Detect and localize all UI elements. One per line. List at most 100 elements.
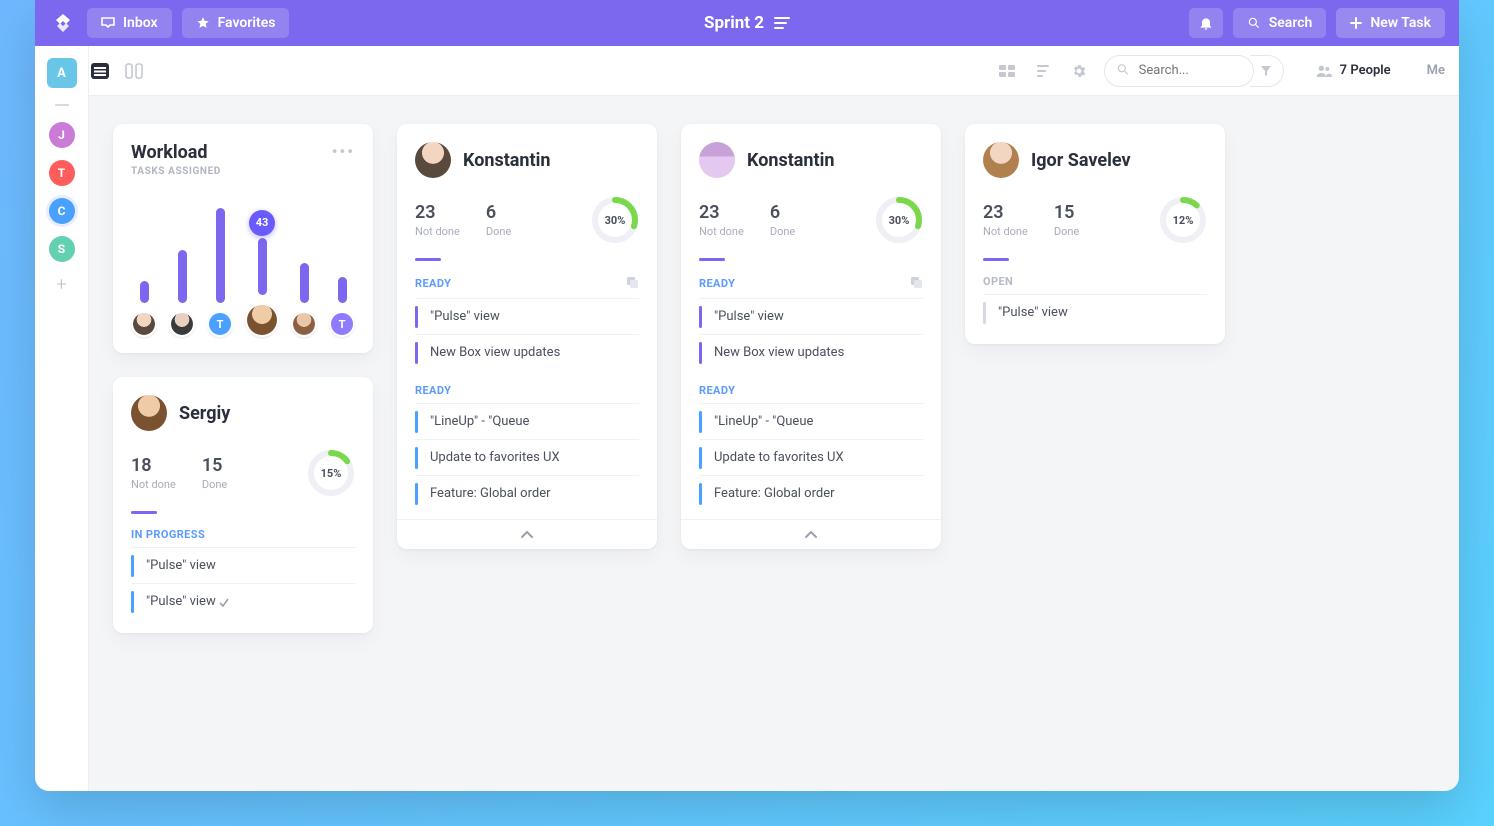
search-button[interactable]: Search <box>1233 8 1327 38</box>
task-title: "LineUp" - "Queue <box>430 414 529 429</box>
task-title: Update to favorites UX <box>430 450 560 465</box>
list-view-toggle[interactable] <box>89 60 111 82</box>
task-item[interactable]: Update to favorites UX <box>699 439 923 475</box>
task-title: "Pulse" view <box>146 594 216 609</box>
section-label: READY <box>415 384 451 397</box>
app-logo[interactable] <box>49 9 77 37</box>
section-label: OPEN <box>983 275 1013 288</box>
bell-icon <box>1198 15 1214 31</box>
filter-button[interactable] <box>1250 55 1284 87</box>
duplicate-icon[interactable] <box>909 275 923 292</box>
avatar[interactable] <box>415 142 451 178</box>
duplicate-icon[interactable] <box>625 275 639 292</box>
people-count[interactable]: 7 People <box>1316 63 1391 78</box>
section-label: IN PROGRESS <box>131 528 205 541</box>
avatar[interactable] <box>291 311 317 337</box>
avatar[interactable] <box>245 303 279 337</box>
board-view-toggle[interactable] <box>123 60 145 82</box>
workload-bar[interactable]: T <box>207 193 233 337</box>
avatar[interactable]: T <box>207 311 233 337</box>
progress-ring: 15% <box>307 449 355 497</box>
avatar[interactable] <box>131 311 157 337</box>
task-item[interactable]: Update to favorites UX <box>415 439 639 475</box>
sidebar-space-c[interactable]: C <box>49 198 75 224</box>
progress-ring: 30% <box>591 196 639 244</box>
task-item[interactable]: "Pulse" view <box>983 294 1207 330</box>
task-title: "Pulse" view <box>146 558 216 573</box>
task-item[interactable]: Feature: Global order <box>415 475 639 511</box>
workload-bar[interactable] <box>131 193 157 337</box>
workload-title: Workload <box>131 142 221 163</box>
task-stripe <box>699 483 702 505</box>
workload-bar[interactable] <box>169 193 195 337</box>
task-title: Feature: Global order <box>430 486 551 501</box>
inbox-label: Inbox <box>123 15 158 31</box>
expand-button[interactable] <box>397 519 657 549</box>
new-task-button[interactable]: New Task <box>1336 8 1445 38</box>
person-card: Igor Savelev 23Not done 15Done 12% OPEN"… <box>965 124 1225 344</box>
sidebar-space-s[interactable]: S <box>49 236 75 262</box>
task-title: New Box view updates <box>714 345 844 360</box>
search-field[interactable] <box>1104 55 1254 87</box>
task-item[interactable]: "Pulse" view <box>699 298 923 334</box>
workload-bar[interactable]: T <box>329 193 355 337</box>
me-link[interactable]: Me <box>1427 63 1445 78</box>
task-stripe <box>131 591 134 613</box>
task-item[interactable]: "Pulse" view <box>131 583 355 619</box>
avatar[interactable] <box>699 142 735 178</box>
workload-highlight-badge: 43 <box>249 210 275 236</box>
section-label: READY <box>699 384 735 397</box>
sidebar-divider <box>55 104 69 106</box>
task-item[interactable]: New Box view updates <box>699 334 923 370</box>
content-area: Workload TASKS ASSIGNED ••• T43T Sergiy … <box>89 96 1459 791</box>
more-icon[interactable]: ••• <box>332 142 355 161</box>
sidebar-space-j[interactable]: J <box>49 122 75 148</box>
person-name: Sergiy <box>179 403 230 424</box>
workload-bar[interactable] <box>291 193 317 337</box>
person-card: Konstantin 23Not done 6Done 30% READY"Pu… <box>681 124 941 549</box>
task-stripe <box>415 342 418 364</box>
task-title: "Pulse" view <box>430 309 500 324</box>
new-task-label: New Task <box>1370 15 1431 31</box>
task-stripe <box>699 447 702 469</box>
task-item[interactable]: "LineUp" - "Queue <box>699 403 923 439</box>
chevron-up-icon <box>520 530 534 540</box>
expand-button[interactable] <box>681 519 941 549</box>
not-done-count: 23 <box>983 202 1028 223</box>
task-item[interactable]: "LineUp" - "Queue <box>415 403 639 439</box>
search-label: Search <box>1269 15 1313 31</box>
workspace-badge[interactable]: A <box>47 58 77 88</box>
avatar[interactable] <box>169 311 195 337</box>
sort-icon[interactable] <box>1032 60 1054 82</box>
avatar[interactable] <box>983 142 1019 178</box>
task-title: Feature: Global order <box>714 486 835 501</box>
task-stripe <box>415 306 418 328</box>
not-done-count: 18 <box>131 455 176 476</box>
person-card: Konstantin 23Not done 6Done 30% READY"Pu… <box>397 124 657 549</box>
task-item[interactable]: "Pulse" view <box>415 298 639 334</box>
sidebar-space-t[interactable]: T <box>49 160 75 186</box>
section-label: READY <box>699 277 735 290</box>
not-done-count: 23 <box>415 202 460 223</box>
favorites-button[interactable]: Favorites <box>182 8 290 38</box>
settings-icon[interactable] <box>1068 60 1090 82</box>
chevron-up-icon <box>804 530 818 540</box>
task-item[interactable]: Feature: Global order <box>699 475 923 511</box>
group-icon[interactable] <box>996 60 1018 82</box>
person-name: Konstantin <box>747 150 834 171</box>
task-item[interactable]: New Box view updates <box>415 334 639 370</box>
inbox-button[interactable]: Inbox <box>87 8 172 38</box>
done-count: 6 <box>486 202 511 223</box>
avatar[interactable] <box>131 395 167 431</box>
task-stripe <box>415 411 418 433</box>
notifications-button[interactable] <box>1189 8 1223 38</box>
task-title: "Pulse" view <box>714 309 784 324</box>
done-count: 15 <box>202 455 227 476</box>
page-title[interactable]: Sprint 2 <box>704 13 790 33</box>
accent-underline <box>131 511 157 514</box>
sidebar: A JTCS + <box>35 46 89 791</box>
add-space-button[interactable]: + <box>56 274 66 295</box>
avatar[interactable]: T <box>329 311 355 337</box>
task-item[interactable]: "Pulse" view <box>131 547 355 583</box>
workload-bar[interactable]: 43 <box>245 185 279 337</box>
